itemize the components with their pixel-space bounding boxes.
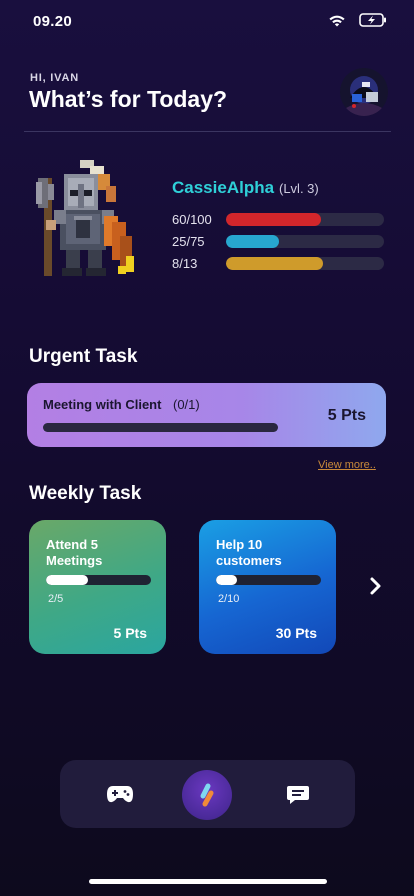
character-sprite [36, 160, 134, 276]
page-title: What’s for Today? [29, 86, 228, 112]
weekly-progress-fill [216, 575, 237, 585]
weekly-section-title: Weekly Task [29, 483, 142, 504]
weekly-task-points: 5 Pts [113, 625, 147, 641]
wifi-icon [329, 15, 345, 27]
weekly-task-title: Help 10 customers [216, 537, 282, 568]
header-divider [24, 131, 391, 132]
character-name: CassieAlpha [172, 178, 275, 197]
weekly-progress-track [46, 575, 151, 585]
greeting-label: HI, IVAN [30, 72, 79, 84]
gamepad-icon[interactable] [106, 783, 134, 805]
weekly-progress-track [216, 575, 321, 585]
stat-label: 60/100 [172, 212, 212, 227]
profile-avatar[interactable] [340, 68, 388, 116]
urgent-progress-track [43, 423, 278, 432]
stat-bar-fill [226, 213, 321, 226]
stat-label: 8/13 [172, 256, 198, 271]
chat-icon[interactable] [286, 784, 310, 806]
weekly-task-card[interactable]: Help 10 customers 2/10 30 Pts [199, 520, 336, 654]
weekly-task-points: 30 Pts [275, 625, 317, 641]
weekly-task-title: Attend 5 Meetings [46, 537, 103, 568]
weekly-task-progress-text: 2/10 [218, 593, 240, 605]
weekly-task-progress-text: 2/5 [48, 593, 64, 605]
urgent-task-points: 5 Pts [327, 407, 366, 424]
weekly-task-card[interactable]: Attend 5 Meetings 2/5 5 Pts [29, 520, 166, 654]
weekly-progress-fill [46, 575, 88, 585]
urgent-task-name: Meeting with Client [43, 397, 162, 412]
status-time: 09.20 [33, 13, 73, 30]
app-logo-icon [200, 783, 214, 807]
urgent-task-progress-text: (0/1) [173, 397, 200, 412]
stat-bar-track [226, 257, 384, 270]
home-tab-button[interactable] [182, 770, 232, 820]
stat-bar-fill [226, 257, 324, 270]
chevron-right-icon[interactable] [366, 576, 386, 596]
battery-charging-icon [359, 13, 386, 27]
stat-row-experience: 8/13 [172, 254, 386, 274]
urgent-section-title: Urgent Task [29, 346, 138, 367]
avatar-image [340, 68, 388, 116]
bottom-nav-bar [60, 760, 355, 828]
home-indicator [89, 879, 327, 884]
stat-bar-fill [226, 235, 279, 248]
stat-bar-track [226, 235, 384, 248]
stat-label: 25/75 [172, 234, 205, 249]
stat-row-mana: 25/75 [172, 232, 386, 252]
urgent-task-card[interactable]: Meeting with Client (0/1) 5 Pts [27, 383, 386, 447]
stat-row-health: 60/100 [172, 210, 386, 230]
view-more-link[interactable]: View more.. [318, 459, 376, 471]
stat-bar-track [226, 213, 384, 226]
character-level: (Lvl. 3) [279, 181, 319, 196]
